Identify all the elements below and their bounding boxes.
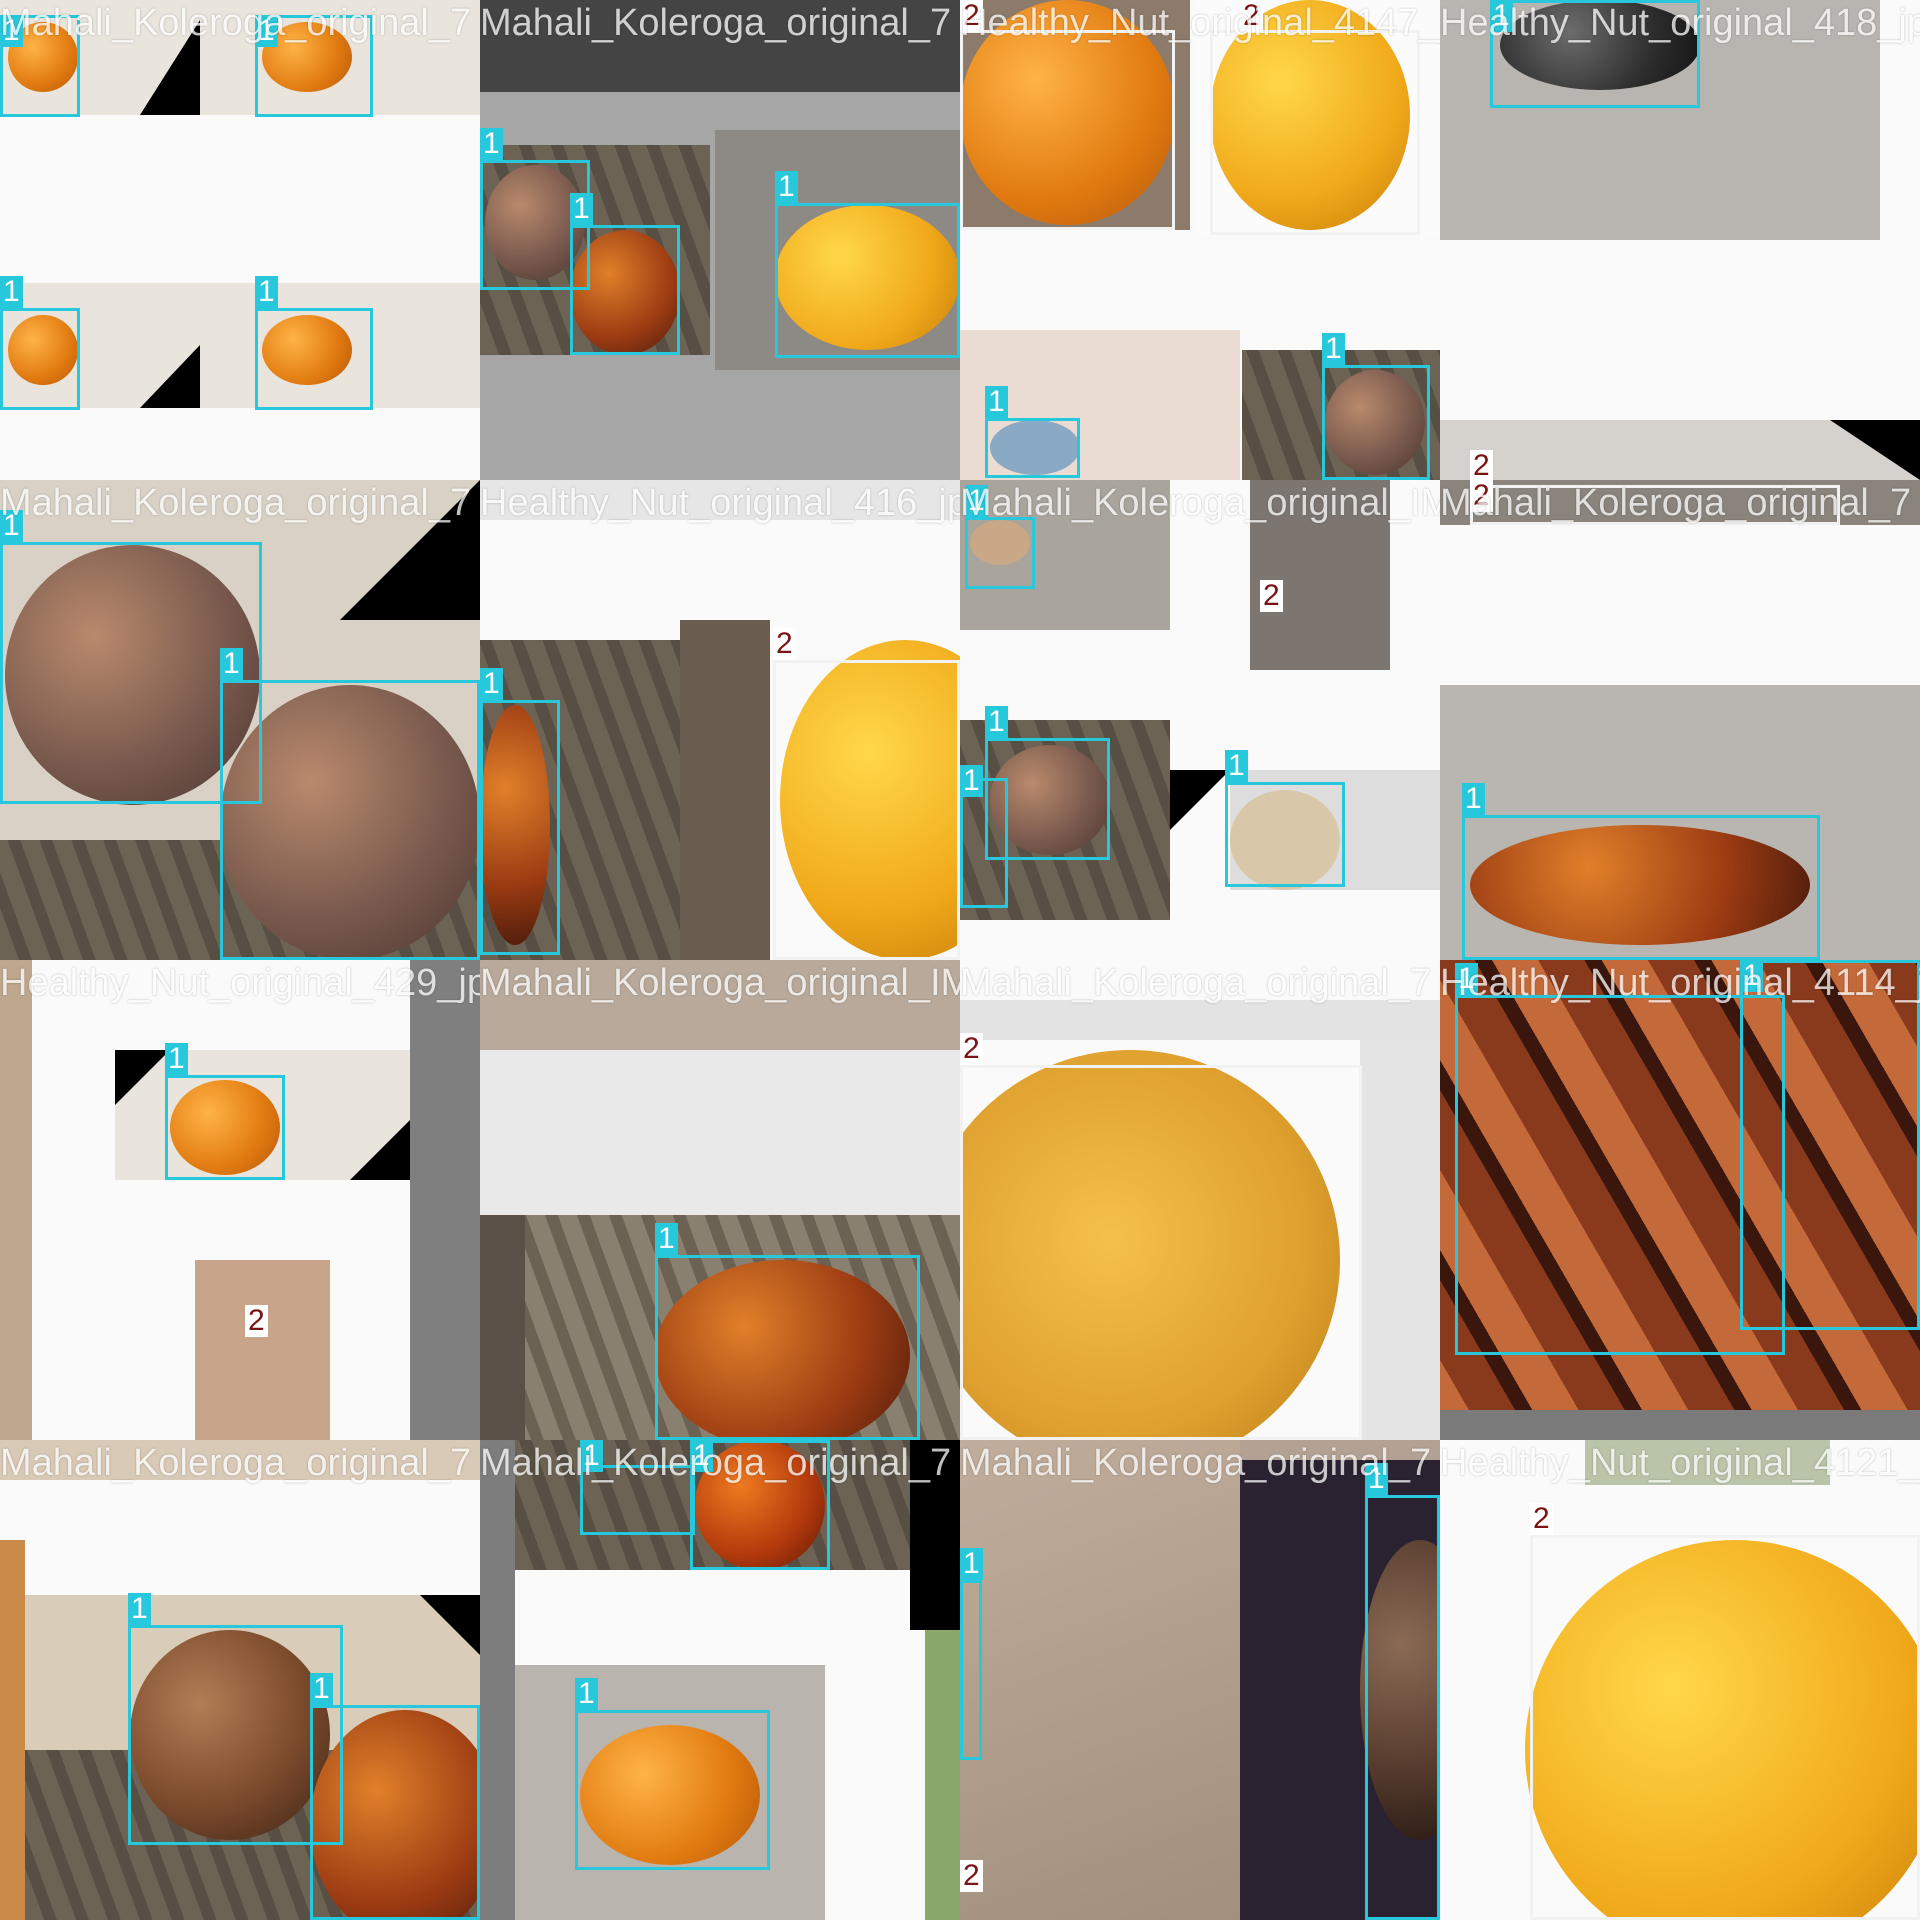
image-filename: Healthy_Nut_original_429_jpg bbox=[0, 962, 480, 1004]
class-label: 1 bbox=[480, 668, 503, 700]
detection-box bbox=[1470, 485, 1840, 525]
class-label: 1 bbox=[580, 1440, 603, 1472]
class-label: 2 bbox=[1240, 0, 1263, 32]
detection-box bbox=[220, 680, 480, 960]
mosaic-tile: 1 1 Mahali_Koleroga_original_7 bbox=[0, 1440, 480, 1920]
detection-box bbox=[773, 660, 960, 960]
class-label: 2 bbox=[1530, 1503, 1553, 1535]
mosaic-tile: 1 Mahali_Koleroga_original_IMG bbox=[480, 960, 960, 1440]
detection-box bbox=[1225, 782, 1345, 887]
detection-box bbox=[0, 308, 80, 410]
class-label: 1 bbox=[690, 1440, 713, 1472]
detection-box bbox=[985, 418, 1080, 478]
detection-box bbox=[775, 203, 960, 358]
detection-box bbox=[255, 308, 373, 410]
class-label: 2 bbox=[773, 628, 796, 660]
class-label: 1 bbox=[960, 1548, 983, 1580]
detection-box bbox=[1455, 995, 1785, 1355]
mosaic-tile: 1 1 Mahali_Koleroga_original_7 bbox=[0, 480, 480, 960]
class-label: 1 bbox=[220, 648, 243, 680]
class-label: 1 bbox=[960, 765, 983, 797]
class-label: 2 bbox=[960, 1033, 983, 1065]
class-label: 1 bbox=[0, 510, 23, 542]
class-label: 1 bbox=[1365, 1463, 1388, 1495]
detection-box bbox=[1322, 365, 1430, 480]
class-label: 1 bbox=[1740, 960, 1763, 992]
class-label: 1 bbox=[1462, 783, 1485, 815]
detection-box bbox=[1462, 815, 1820, 960]
detection-box bbox=[960, 30, 1175, 230]
mosaic-tile: 1 1 1 1 Mahali_Koleroga_original_7 bbox=[0, 0, 480, 480]
mosaic-tile: 2 Healthy_Nut_original_4121_jpg bbox=[1440, 1440, 1920, 1920]
class-label: 1 bbox=[0, 15, 23, 47]
class-label: 2 bbox=[245, 1305, 268, 1337]
detection-box bbox=[165, 1075, 285, 1180]
class-label: 1 bbox=[985, 386, 1008, 418]
class-label: 1 bbox=[1455, 963, 1478, 995]
class-label: 1 bbox=[965, 485, 988, 517]
detection-box bbox=[580, 1465, 695, 1535]
class-label: 1 bbox=[655, 1223, 678, 1255]
class-label: 2 bbox=[960, 1860, 983, 1892]
mosaic-tile: 1 1 2 Mahali_Koleroga_original_7 bbox=[960, 1440, 1440, 1920]
class-label: 1 bbox=[255, 276, 278, 308]
class-label: 1 bbox=[1225, 750, 1248, 782]
detection-box bbox=[655, 1255, 920, 1440]
class-label: 1 bbox=[985, 706, 1008, 738]
detection-box bbox=[310, 1705, 480, 1920]
class-label: 1 bbox=[575, 1678, 598, 1710]
detection-box bbox=[570, 225, 680, 355]
mosaic-tile: 2 Mahali_Koleroga_original_7 bbox=[960, 960, 1440, 1440]
detection-box bbox=[480, 700, 560, 955]
mosaic-tile: 1 2 Healthy_Nut_original_418_jpg bbox=[1440, 0, 1920, 480]
mosaic-grid: 1 1 1 1 Mahali_Koleroga_original_7 1 1 1… bbox=[0, 0, 1920, 1920]
detection-box bbox=[1210, 30, 1420, 235]
detection-box bbox=[575, 1710, 770, 1870]
class-label: 2 bbox=[1470, 480, 1493, 512]
detection-box bbox=[1740, 960, 1920, 1330]
mosaic-tile: 1 1 1 1 2 Mahali_Koleroga_original_IMG bbox=[960, 480, 1440, 960]
mosaic-tile: 1 2 Mahali_Koleroga_original_7 bbox=[1440, 480, 1920, 960]
class-label: 1 bbox=[480, 128, 503, 160]
mosaic-tile: 1 1 Healthy_Nut_original_4114_jpg bbox=[1440, 960, 1920, 1440]
detection-box bbox=[960, 1065, 1362, 1440]
mosaic-tile: 1 2 Healthy_Nut_original_429_jpg bbox=[0, 960, 480, 1440]
class-label: 1 bbox=[128, 1593, 151, 1625]
class-label: 1 bbox=[310, 1673, 333, 1705]
detection-box bbox=[965, 517, 1035, 589]
detection-box bbox=[960, 1580, 982, 1760]
mosaic-tile: 1 1 1 Mahali_Koleroga_original_7 bbox=[480, 0, 960, 480]
class-label: 2 bbox=[1470, 450, 1493, 480]
class-label: 1 bbox=[1490, 0, 1513, 32]
detection-box bbox=[1530, 1535, 1920, 1920]
mosaic-tile: 2 2 1 1 Healthy_Nut_original_4147_jpg bbox=[960, 0, 1440, 480]
detection-box bbox=[1490, 0, 1700, 108]
mosaic-tile: 1 1 1 Mahali_Koleroga_original_7 bbox=[480, 1440, 960, 1920]
class-label: 1 bbox=[0, 276, 23, 308]
class-label: 2 bbox=[960, 0, 983, 32]
class-label: 1 bbox=[165, 1043, 188, 1075]
class-label: 2 bbox=[1260, 580, 1283, 612]
class-label: 1 bbox=[775, 171, 798, 203]
class-label: 1 bbox=[255, 15, 278, 47]
class-label: 1 bbox=[570, 193, 593, 225]
detection-box bbox=[960, 778, 1008, 908]
class-label: 1 bbox=[1322, 333, 1345, 365]
detection-box bbox=[1365, 1495, 1440, 1920]
mosaic-tile: 1 2 Healthy_Nut_original_416_jpg bbox=[480, 480, 960, 960]
